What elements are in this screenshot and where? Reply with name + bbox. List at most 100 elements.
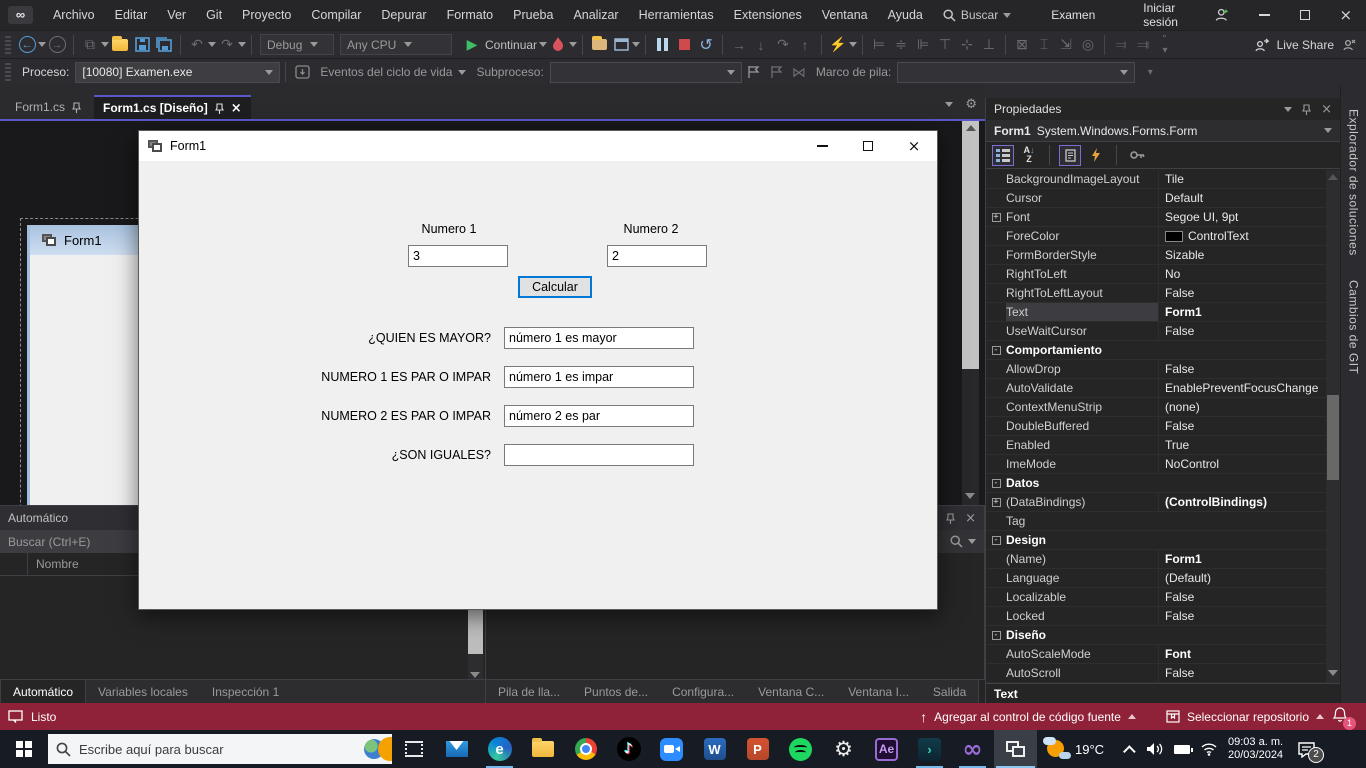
tab-form1-cs-designer[interactable]: Form1.cs [Diseño] × <box>94 95 251 119</box>
property-row[interactable]: BackgroundImageLayout Tile <box>986 170 1327 189</box>
subprocess-combo[interactable] <box>550 62 742 83</box>
chevron-down-icon[interactable] <box>238 42 246 47</box>
scrollbar-down-arrow[interactable] <box>1328 670 1338 676</box>
taskbar-word[interactable]: W <box>693 730 736 768</box>
taskbar-forms-app-active[interactable] <box>994 730 1037 768</box>
property-name[interactable]: Comportamiento <box>1006 341 1102 359</box>
stack-frame-combo[interactable] <box>897 62 1135 83</box>
property-value[interactable]: ControlText <box>1158 227 1327 245</box>
menu-item[interactable]: Depurar <box>371 0 436 30</box>
property-name[interactable]: (Name) <box>1006 550 1158 568</box>
scrollbar-up-arrow[interactable] <box>1328 174 1338 180</box>
panel-tab[interactable]: Inspección 1 <box>200 680 291 704</box>
events-icon[interactable] <box>1085 145 1107 166</box>
categorized-icon[interactable] <box>992 145 1014 166</box>
property-name[interactable]: BackgroundImageLayout <box>1006 170 1158 188</box>
live-share-label[interactable]: Live Share <box>1277 38 1334 52</box>
property-row[interactable]: AutoValidate EnablePreventFocusChange <box>986 379 1327 398</box>
property-name[interactable]: AllowDrop <box>1006 360 1158 378</box>
notifications-bell-button[interactable]: 1 <box>1332 707 1352 727</box>
chevron-down-icon[interactable] <box>632 42 640 47</box>
form-close-button[interactable]: × <box>891 131 937 161</box>
menu-item[interactable]: Proyecto <box>232 0 301 30</box>
toolbar-overflow-icon[interactable]: "▾ <box>1154 34 1176 56</box>
property-row[interactable]: - Comportamiento <box>986 341 1327 360</box>
step-into-icon[interactable]: → <box>728 34 750 56</box>
property-value[interactable]: (Default) <box>1158 569 1327 587</box>
property-row[interactable]: + Font Segoe UI, 9pt <box>986 208 1327 227</box>
property-name[interactable]: Font <box>1006 208 1158 226</box>
align-left-icon[interactable]: ⊨ <box>868 34 890 56</box>
menu-item[interactable]: Herramientas <box>629 0 724 30</box>
panel-tab[interactable]: Automático <box>0 680 86 704</box>
panel-tab[interactable]: Ventana C... <box>746 680 836 704</box>
property-value[interactable]: False <box>1158 588 1327 606</box>
expander-icon[interactable]: - <box>992 479 1001 488</box>
tab-form1-cs[interactable]: Form1.cs <box>6 95 90 119</box>
property-row[interactable]: (Name) Form1 <box>986 550 1327 569</box>
property-row[interactable]: RightToLeft No <box>986 265 1327 284</box>
menu-item[interactable]: Formato <box>437 0 504 30</box>
navigate-back-button[interactable]: ← <box>16 34 38 56</box>
property-value[interactable]: False <box>1158 417 1327 435</box>
property-row[interactable]: Localizable False <box>986 588 1327 607</box>
property-name[interactable]: Tag <box>1006 512 1158 530</box>
property-row[interactable]: - Design <box>986 531 1327 550</box>
chevron-down-icon[interactable] <box>458 70 466 75</box>
expander-icon[interactable]: - <box>992 536 1001 545</box>
editor-scrollbar[interactable] <box>962 121 979 505</box>
taskbar-file-explorer[interactable] <box>521 730 564 768</box>
solution-explorer-sync-icon[interactable] <box>610 34 632 56</box>
property-name[interactable]: UseWaitCursor <box>1006 322 1158 340</box>
step-up-icon[interactable]: ↑ <box>794 34 816 56</box>
lifecycle-events-icon[interactable] <box>295 65 310 79</box>
properties-scrollbar[interactable] <box>1326 170 1340 683</box>
new-project-button[interactable]: ⧉ <box>79 34 101 56</box>
property-value[interactable]: Segoe UI, 9pt <box>1158 208 1327 226</box>
gear-icon[interactable]: ⚙ <box>965 97 977 112</box>
taskbar-spotify[interactable] <box>779 730 822 768</box>
taskbar-screen-mirror[interactable]: › <box>908 730 951 768</box>
process-combo[interactable]: [10080] Examen.exe <box>75 62 280 83</box>
taskbar-visual-studio[interactable]: ∞ <box>951 730 994 768</box>
lifecycle-events-label[interactable]: Eventos del ciclo de vida <box>320 65 452 79</box>
property-row[interactable]: AutoScroll False <box>986 664 1327 683</box>
start-button[interactable] <box>0 730 48 768</box>
taskbar-edge[interactable]: e <box>478 730 521 768</box>
hot-reload-icon[interactable] <box>547 34 569 56</box>
chevron-down-icon[interactable] <box>1284 107 1292 112</box>
property-name[interactable]: ImeMode <box>1006 455 1158 473</box>
size-to-grid-icon[interactable]: ⌶ <box>1033 34 1055 56</box>
result-textbox[interactable] <box>504 444 694 466</box>
close-icon[interactable]: × <box>965 511 976 526</box>
property-row[interactable]: Enabled True <box>986 436 1327 455</box>
property-row[interactable]: Locked False <box>986 607 1327 626</box>
panel-tab[interactable]: Configura... <box>660 680 746 704</box>
num1-textbox[interactable]: 3 <box>408 245 508 267</box>
speaker-icon[interactable] <box>1146 742 1164 756</box>
property-value[interactable]: False <box>1158 322 1327 340</box>
close-button[interactable]: × <box>1326 0 1366 30</box>
menu-item[interactable]: Ayuda <box>878 0 933 30</box>
property-name[interactable]: FormBorderStyle <box>1006 246 1158 264</box>
panel-tab[interactable]: Pila de lla... <box>486 680 572 704</box>
sign-in-button[interactable]: Iniciar sesión <box>1129 1 1244 29</box>
property-name[interactable]: (DataBindings) <box>1006 493 1158 511</box>
chevron-down-icon[interactable] <box>539 42 547 47</box>
property-name[interactable]: Diseño <box>1006 626 1046 644</box>
num2-textbox[interactable]: 2 <box>607 245 707 267</box>
taskbar-zoom[interactable] <box>650 730 693 768</box>
property-name[interactable]: RightToLeft <box>1006 265 1158 283</box>
panel-tab[interactable]: Ventana I... <box>836 680 921 704</box>
property-name[interactable]: Locked <box>1006 607 1158 625</box>
property-row[interactable]: ContextMenuStrip (none) <box>986 398 1327 417</box>
align-bottom-icon[interactable]: ⊥ <box>978 34 1000 56</box>
property-row[interactable]: - Datos <box>986 474 1327 493</box>
feedback-icon[interactable] <box>1340 38 1356 52</box>
property-name[interactable]: RightToLeftLayout <box>1006 284 1158 302</box>
property-value[interactable]: (none) <box>1158 398 1327 416</box>
same-size-icon[interactable]: ⊠ <box>1011 34 1033 56</box>
property-value[interactable]: Tile <box>1158 170 1327 188</box>
property-row[interactable]: AllowDrop False <box>986 360 1327 379</box>
find-in-files-icon[interactable] <box>588 34 610 56</box>
